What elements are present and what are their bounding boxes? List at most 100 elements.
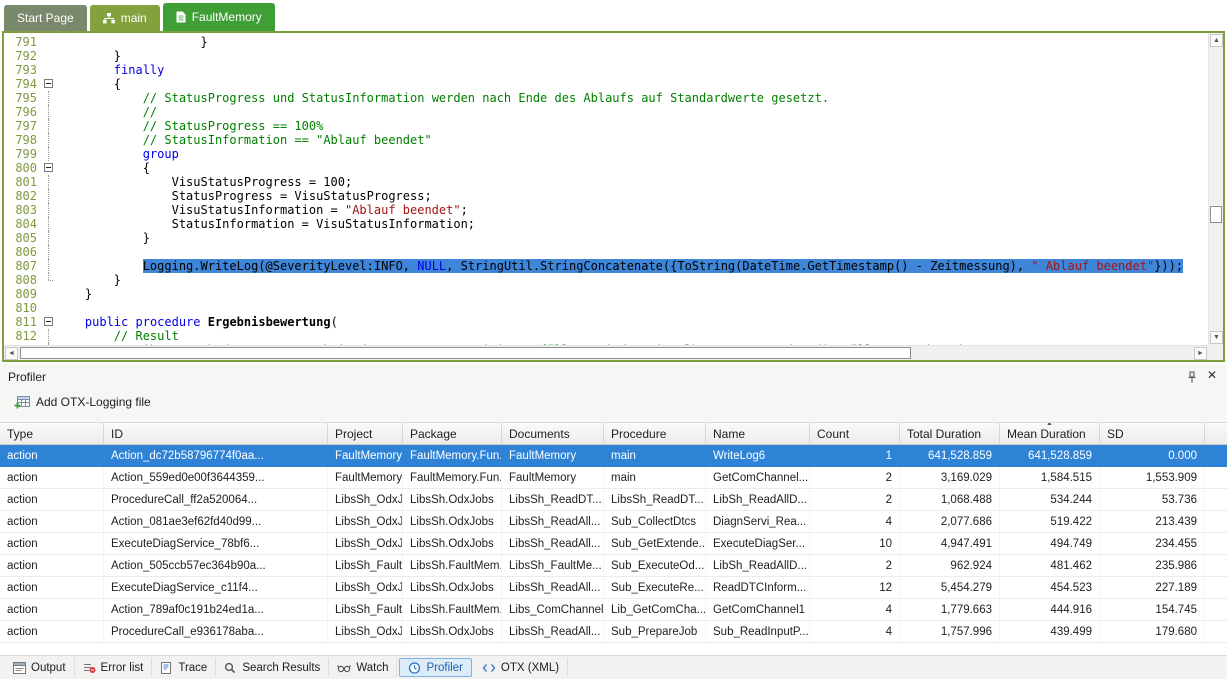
- code-line[interactable]: 809 }: [4, 287, 1208, 301]
- code-line[interactable]: 801 VisuStatusProgress = 100;: [4, 175, 1208, 189]
- table-cell-procedure: main: [604, 467, 706, 488]
- bottom-tab-output[interactable]: Output: [5, 658, 75, 677]
- table-cell-project: FaultMemory: [328, 467, 403, 488]
- bottom-tab-label: Search Results: [242, 662, 320, 674]
- code-line[interactable]: 812 // Result: [4, 329, 1208, 343]
- horizontal-scrollbar-thumb[interactable]: [20, 347, 911, 359]
- code-line[interactable]: 799 group: [4, 147, 1208, 161]
- code-line[interactable]: 811 public procedure Ergebnisbewertung(: [4, 315, 1208, 329]
- code-line[interactable]: 807 Logging.WriteLog(@SeverityLevel:INFO…: [4, 259, 1208, 273]
- bottom-tab-label: Profiler: [426, 662, 462, 674]
- document-icon: [176, 11, 186, 23]
- column-header-total-duration[interactable]: Total Duration: [900, 423, 1000, 444]
- table-row[interactable]: actionExecuteDiagService_78bf6...LibsSh_…: [0, 533, 1227, 555]
- table-row[interactable]: actionAction_081ae3ef62fd40d99...LibsSh_…: [0, 511, 1227, 533]
- column-header-count[interactable]: Count: [810, 423, 900, 444]
- vertical-scrollbar-thumb[interactable]: [1210, 206, 1222, 223]
- close-icon[interactable]: ✕: [1205, 368, 1219, 382]
- code-segment: group: [143, 147, 179, 161]
- column-header-name[interactable]: Name: [706, 423, 810, 444]
- collapse-box-icon[interactable]: [44, 317, 53, 326]
- table-cell-name: Sub_ReadInputP...: [706, 621, 810, 642]
- bottom-tab-profiler[interactable]: Profiler: [399, 658, 471, 677]
- line-number: 806: [4, 245, 42, 259]
- pin-icon[interactable]: [1185, 370, 1199, 384]
- profiler-grid: TypeIDProjectPackageDocumentsProcedureNa…: [0, 422, 1227, 655]
- code-line[interactable]: 800 {: [4, 161, 1208, 175]
- table-cell-type: action: [0, 555, 104, 576]
- code-line[interactable]: 802 StatusProgress = VisuStatusProgress;: [4, 189, 1208, 203]
- table-cell-id: Action_081ae3ef62fd40d99...: [104, 511, 328, 532]
- tab-main[interactable]: main: [90, 5, 160, 31]
- collapse-box-icon[interactable]: [44, 79, 53, 88]
- code-editor[interactable]: 791 }792 }793 finally794 {795 // StatusP…: [2, 31, 1225, 362]
- scroll-right-icon[interactable]: ►: [1194, 347, 1207, 360]
- table-cell-package: FaultMemory.Fun...: [403, 445, 502, 466]
- table-cell-sd: 213.439: [1100, 511, 1205, 532]
- column-header-documents[interactable]: Documents: [502, 423, 604, 444]
- table-cell-procedure: LibsSh_ReadDT...: [604, 489, 706, 510]
- column-header-procedure[interactable]: Procedure: [604, 423, 706, 444]
- fold-toggle-icon[interactable]: [42, 161, 56, 175]
- fold-margin: [42, 133, 56, 147]
- tab-start-page[interactable]: Start Page: [4, 5, 87, 31]
- horizontal-scrollbar[interactable]: ◄ ►: [4, 345, 1208, 360]
- code-line[interactable]: 808 }: [4, 273, 1208, 287]
- fold-toggle-icon[interactable]: [42, 315, 56, 329]
- code-line[interactable]: 810: [4, 301, 1208, 315]
- table-cell-id: ProcedureCall_e936178aba...: [104, 621, 328, 642]
- column-header-sd[interactable]: SD: [1100, 423, 1205, 444]
- table-cell-documents: FaultMemory: [502, 467, 604, 488]
- table-cell-mean-duration: 494.749: [1000, 533, 1100, 554]
- code-line[interactable]: 798 // StatusInformation == "Ablauf been…: [4, 133, 1208, 147]
- code-text: }: [56, 273, 1208, 287]
- code-line[interactable]: 795 // StatusProgress und StatusInformat…: [4, 91, 1208, 105]
- output-icon: [13, 662, 26, 674]
- tab-faultmemory[interactable]: FaultMemory: [163, 3, 275, 31]
- code-line[interactable]: 797 // StatusProgress == 100%: [4, 119, 1208, 133]
- table-row[interactable]: actionAction_789af0c191b24ed1a...LibsSh_…: [0, 599, 1227, 621]
- table-row[interactable]: actionExecuteDiagService_c11f4...LibsSh_…: [0, 577, 1227, 599]
- table-cell-package: FaultMemory.Fun...: [403, 467, 502, 488]
- column-header-mean-duration[interactable]: Mean Duration▲: [1000, 423, 1100, 444]
- table-row[interactable]: actionAction_559ed0e00f3644359...FaultMe…: [0, 467, 1227, 489]
- bottom-tab-error-list[interactable]: Error list: [75, 658, 153, 677]
- otx-xml-icon: [482, 662, 496, 674]
- bottom-tab-otx-xml[interactable]: OTX (XML): [474, 658, 568, 677]
- line-number: 795: [4, 91, 42, 105]
- code-segment: }: [56, 49, 121, 63]
- code-segment: "Ablauf beendet": [345, 203, 461, 217]
- collapse-box-icon[interactable]: [44, 163, 53, 172]
- code-segment: }: [56, 35, 208, 49]
- code-line[interactable]: 804 StatusInformation = VisuStatusInform…: [4, 217, 1208, 231]
- code-line[interactable]: 794 {: [4, 77, 1208, 91]
- code-line[interactable]: 792 }: [4, 49, 1208, 63]
- table-row[interactable]: actionProcedureCall_e936178aba...LibsSh_…: [0, 621, 1227, 643]
- code-line[interactable]: 806: [4, 245, 1208, 259]
- code-line[interactable]: 805 }: [4, 231, 1208, 245]
- vertical-scrollbar[interactable]: ▲ ▼: [1208, 33, 1223, 345]
- code-line[interactable]: 796 //: [4, 105, 1208, 119]
- scroll-left-icon[interactable]: ◄: [5, 347, 18, 360]
- scroll-down-icon[interactable]: ▼: [1210, 331, 1223, 344]
- table-cell-sd: 235.986: [1100, 555, 1205, 576]
- table-row[interactable]: actionAction_505ccb57ec364b90a...LibsSh_…: [0, 555, 1227, 577]
- code-line[interactable]: 791 }: [4, 35, 1208, 49]
- column-header-type[interactable]: Type: [0, 423, 104, 444]
- fold-toggle-icon[interactable]: [42, 77, 56, 91]
- code-line[interactable]: 803 VisuStatusInformation = "Ablauf been…: [4, 203, 1208, 217]
- add-otx-logging-file-button[interactable]: Add OTX-Logging file: [8, 392, 157, 412]
- table-row[interactable]: actionProcedureCall_ff2a520064...LibsSh_…: [0, 489, 1227, 511]
- bottom-tab-watch[interactable]: Watch: [329, 658, 397, 677]
- code-area[interactable]: 791 }792 }793 finally794 {795 // StatusP…: [4, 33, 1208, 345]
- column-header-id[interactable]: ID: [104, 423, 328, 444]
- column-header-package[interactable]: Package: [403, 423, 502, 444]
- bottom-tab-trace[interactable]: Trace: [152, 658, 216, 677]
- column-header-project[interactable]: Project: [328, 423, 403, 444]
- table-row[interactable]: actionAction_dc72b58796774f0aa...FaultMe…: [0, 445, 1227, 467]
- line-number: 804: [4, 217, 42, 231]
- bottom-tab-search-results[interactable]: Search Results: [216, 658, 329, 677]
- code-line[interactable]: 793 finally: [4, 63, 1208, 77]
- scroll-up-icon[interactable]: ▲: [1210, 34, 1223, 47]
- table-cell-count: 2: [810, 467, 900, 488]
